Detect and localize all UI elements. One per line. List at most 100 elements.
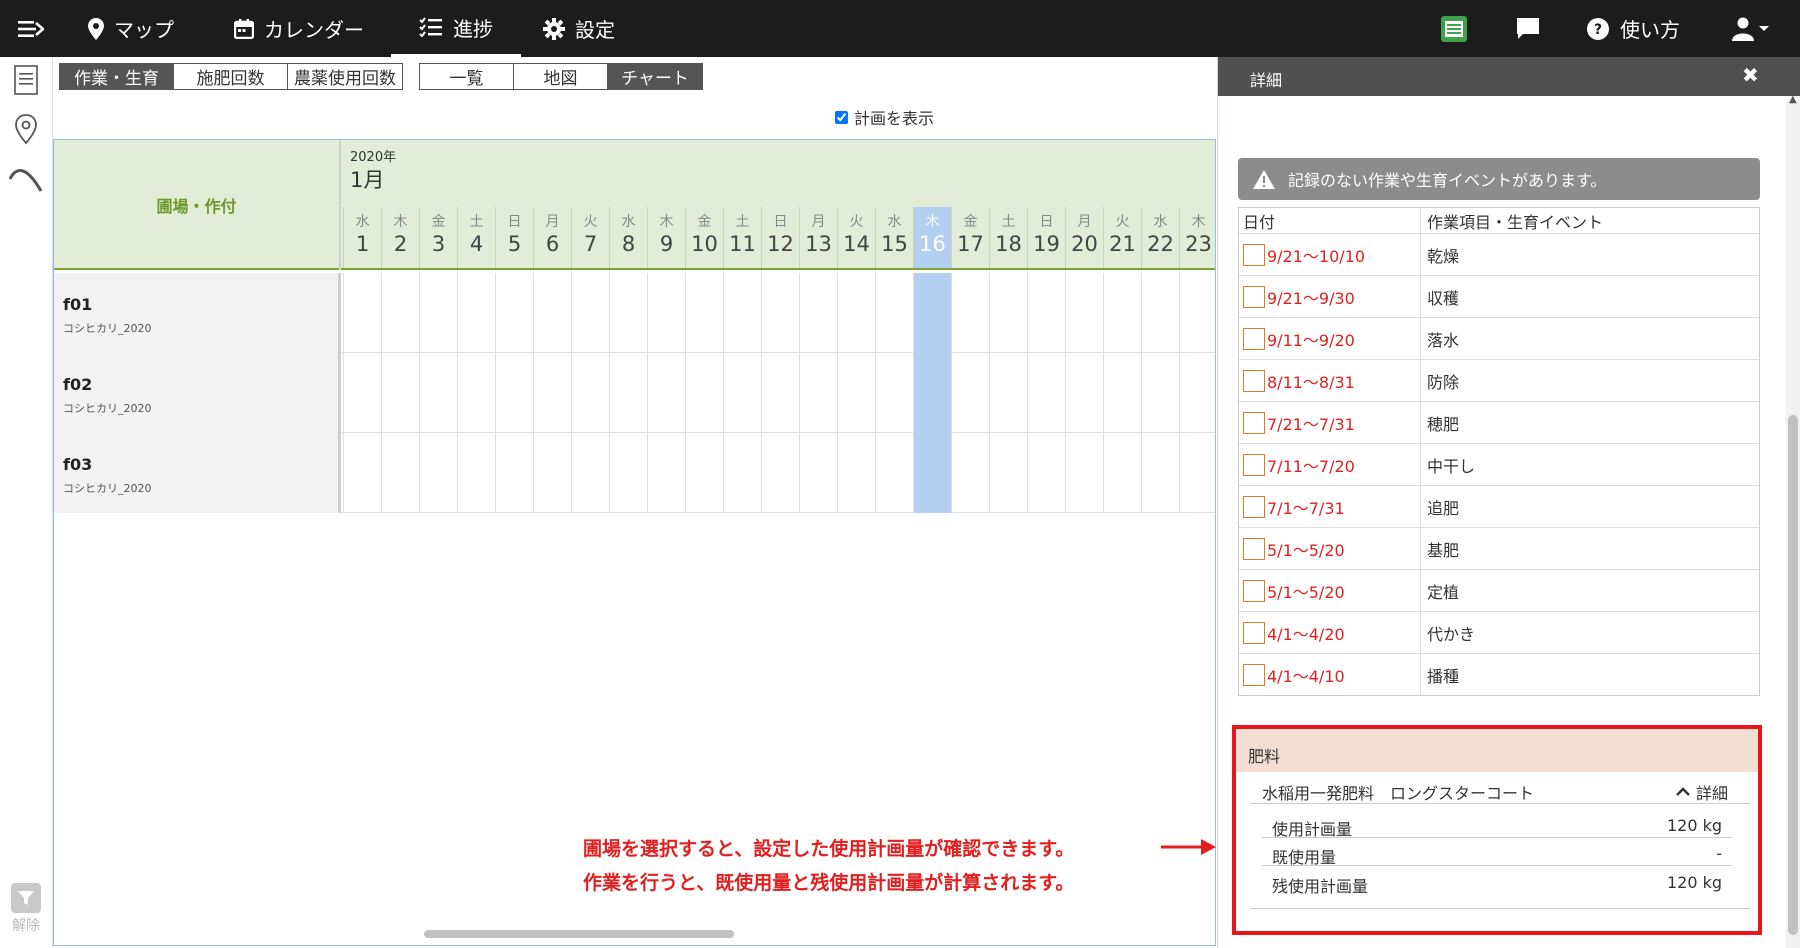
- gantt-cell[interactable]: [647, 433, 685, 513]
- gantt-cell[interactable]: [1065, 273, 1103, 353]
- gantt-cell[interactable]: [343, 273, 381, 353]
- gantt-cell[interactable]: [1103, 433, 1141, 513]
- field-name-cell[interactable]: f02 コシヒカリ_2020: [54, 353, 341, 433]
- event-checkbox[interactable]: [1243, 537, 1265, 560]
- nav-settings[interactable]: 設定: [543, 0, 615, 57]
- event-row[interactable]: 5/1〜5/20 基肥: [1239, 527, 1759, 569]
- gantt-cell[interactable]: [837, 273, 875, 353]
- event-row[interactable]: 9/21〜9/30 収穫: [1239, 275, 1759, 317]
- gantt-cell[interactable]: [533, 273, 571, 353]
- gantt-cell[interactable]: [1103, 273, 1141, 353]
- event-row[interactable]: 7/21〜7/31 穂肥: [1239, 401, 1759, 443]
- gantt-cell[interactable]: [951, 353, 989, 433]
- pin-outline-icon[interactable]: [14, 113, 38, 149]
- gantt-cell[interactable]: [343, 353, 381, 433]
- gantt-cell[interactable]: [989, 353, 1027, 433]
- event-checkbox[interactable]: [1243, 327, 1265, 350]
- gantt-row[interactable]: f02 コシヒカリ_2020: [54, 353, 1215, 433]
- gantt-cell[interactable]: [1065, 353, 1103, 433]
- event-checkbox[interactable]: [1243, 453, 1265, 476]
- gantt-cell[interactable]: [799, 273, 837, 353]
- gantt-cell[interactable]: [875, 433, 913, 513]
- vertical-scroll-thumb[interactable]: [1788, 415, 1798, 935]
- gantt-cell[interactable]: [875, 273, 913, 353]
- gantt-cell[interactable]: [571, 273, 609, 353]
- gantt-cell[interactable]: [457, 433, 495, 513]
- gantt-cell[interactable]: [1141, 353, 1179, 433]
- gantt-cell[interactable]: [1027, 273, 1065, 353]
- field-name-cell[interactable]: f01 コシヒカリ_2020: [54, 273, 341, 353]
- gantt-cell[interactable]: [533, 433, 571, 513]
- gantt-cell[interactable]: [723, 353, 761, 433]
- event-checkbox[interactable]: [1243, 369, 1265, 392]
- help-button[interactable]: ? 使い方: [1586, 0, 1680, 57]
- event-row[interactable]: 4/1〜4/20 代かき: [1239, 611, 1759, 653]
- curve-icon[interactable]: [8, 163, 44, 197]
- gantt-cell[interactable]: [1179, 353, 1217, 433]
- event-row[interactable]: 4/1〜4/10 播種: [1239, 653, 1759, 695]
- gantt-cell[interactable]: [495, 433, 533, 513]
- gantt-cell[interactable]: [495, 353, 533, 433]
- gantt-cell[interactable]: [419, 273, 457, 353]
- chat-icon[interactable]: [1515, 0, 1541, 57]
- gantt-cell[interactable]: [761, 353, 799, 433]
- gantt-cell[interactable]: [1179, 433, 1217, 513]
- gantt-cell[interactable]: [761, 273, 799, 353]
- gantt-cell[interactable]: [989, 273, 1027, 353]
- nav-progress[interactable]: 進捗: [391, 0, 521, 57]
- gantt-cell[interactable]: [457, 353, 495, 433]
- tab-fertilizer-count[interactable]: 施肥回数: [174, 64, 288, 89]
- gantt-cell[interactable]: [799, 353, 837, 433]
- event-checkbox[interactable]: [1243, 579, 1265, 602]
- gantt-cell[interactable]: [951, 433, 989, 513]
- gantt-cell[interactable]: [419, 433, 457, 513]
- event-row[interactable]: 5/1〜5/20 定植: [1239, 569, 1759, 611]
- gantt-cell[interactable]: [685, 273, 723, 353]
- gantt-cell[interactable]: [647, 353, 685, 433]
- sheet-icon[interactable]: [1440, 0, 1468, 57]
- event-checkbox[interactable]: [1243, 663, 1265, 686]
- filter-clear-button[interactable]: 解除: [11, 883, 41, 935]
- gantt-cell[interactable]: [571, 433, 609, 513]
- gantt-cell[interactable]: [837, 433, 875, 513]
- gantt-row[interactable]: f01 コシヒカリ_2020: [54, 273, 1215, 353]
- gantt-cell[interactable]: [609, 433, 647, 513]
- nav-calendar[interactable]: カレンダー: [234, 0, 364, 57]
- gantt-cell[interactable]: [647, 273, 685, 353]
- menu-arrow-icon[interactable]: [18, 0, 44, 57]
- show-plan-toggle[interactable]: 計画を表示: [835, 105, 934, 129]
- list-icon[interactable]: [14, 65, 38, 99]
- gantt-cell[interactable]: [951, 273, 989, 353]
- nav-map[interactable]: マップ: [88, 0, 174, 57]
- horizontal-scrollbar[interactable]: [424, 930, 734, 938]
- gantt-cell[interactable]: [1027, 353, 1065, 433]
- gantt-cell[interactable]: [457, 273, 495, 353]
- tab-pesticide-count[interactable]: 農薬使用回数: [288, 64, 402, 89]
- gantt-cell[interactable]: [495, 273, 533, 353]
- tab-chart[interactable]: チャート: [608, 64, 702, 89]
- gantt-cell[interactable]: [1141, 433, 1179, 513]
- gantt-cell[interactable]: [571, 353, 609, 433]
- gantt-cell[interactable]: [609, 273, 647, 353]
- event-row[interactable]: 8/11〜8/31 防除: [1239, 359, 1759, 401]
- tab-map[interactable]: 地図: [514, 64, 608, 89]
- show-plan-checkbox[interactable]: [835, 110, 848, 124]
- close-icon[interactable]: ✖: [1742, 63, 1759, 87]
- fertilizer-detail-toggle[interactable]: 詳細: [1676, 780, 1728, 804]
- gantt-cell[interactable]: [1141, 273, 1179, 353]
- user-menu[interactable]: [1732, 0, 1770, 57]
- gantt-cell[interactable]: [533, 353, 571, 433]
- gantt-cell[interactable]: [875, 353, 913, 433]
- event-checkbox[interactable]: [1243, 621, 1265, 644]
- gantt-cell[interactable]: [419, 353, 457, 433]
- gantt-cell[interactable]: [1179, 273, 1217, 353]
- event-checkbox[interactable]: [1243, 495, 1265, 518]
- event-row[interactable]: 7/11〜7/20 中干し: [1239, 443, 1759, 485]
- gantt-cell[interactable]: [837, 353, 875, 433]
- event-checkbox[interactable]: [1243, 411, 1265, 434]
- gantt-cell[interactable]: [343, 433, 381, 513]
- tab-list[interactable]: 一覧: [420, 64, 514, 89]
- gantt-cell[interactable]: [989, 433, 1027, 513]
- gantt-cell[interactable]: [1027, 433, 1065, 513]
- gantt-cell[interactable]: [913, 433, 951, 513]
